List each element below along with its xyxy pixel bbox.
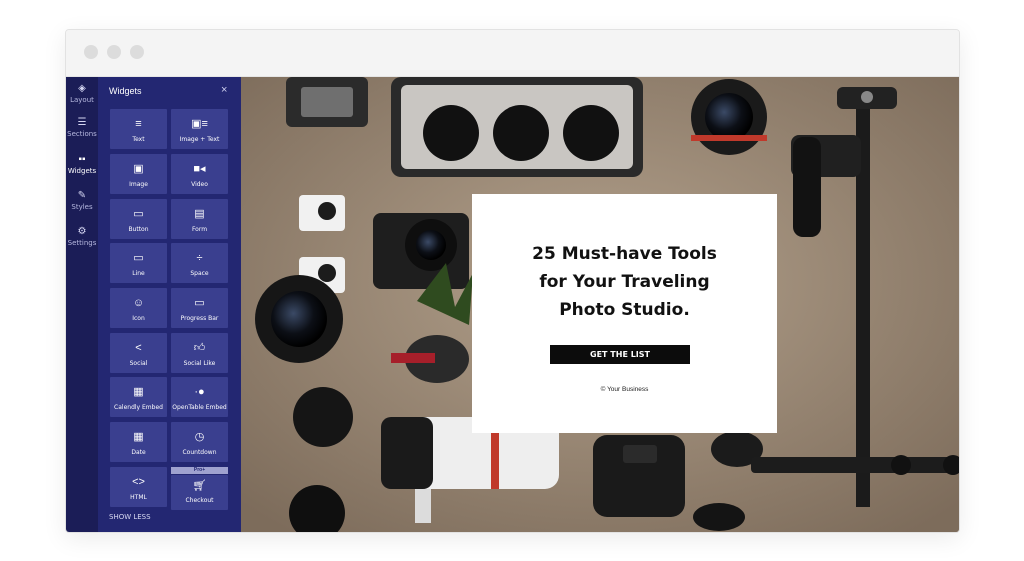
widget-tile-countdown[interactable]: ◷ Countdown: [171, 422, 228, 462]
widget-tile-space[interactable]: ÷ Space: [171, 243, 228, 283]
widget-tile-calendly-embed[interactable]: ▦ Calendly Embed: [110, 377, 167, 417]
lead-capture-popup[interactable]: 25 Must-have Tools for Your Traveling Ph…: [472, 194, 777, 433]
calendar-clock-icon: ▦: [133, 386, 144, 398]
cart-icon: 🛒︎: [192, 480, 207, 492]
headline-line-1: 25 Must-have Tools: [532, 244, 717, 264]
brush-icon: ✎: [77, 190, 87, 201]
widget-tile-progress-bar[interactable]: ▭ Progress Bar: [171, 288, 228, 328]
widget-tile-button[interactable]: ▭ Button: [110, 199, 167, 239]
window-dot-2[interactable]: [107, 45, 121, 59]
rail-item-settings[interactable]: ⚙ Settings: [66, 226, 98, 248]
image-icon: ▣: [133, 163, 144, 175]
copyright-text: © Your Business: [600, 386, 649, 393]
grid-icon: ▪▪: [78, 154, 86, 165]
progress-bar-icon: ▭: [194, 297, 205, 309]
editor-nav-rail: ◈ Layout ☰ Sections ▪▪ Widgets ✎ Styles …: [66, 77, 98, 532]
rail-item-styles[interactable]: ✎ Styles: [66, 190, 98, 212]
pro-badge: Pro+: [171, 467, 228, 474]
headline-line-3: Photo Studio.: [559, 300, 690, 320]
calendar-icon: ▦: [133, 431, 144, 443]
line-icon: ▭: [133, 252, 144, 264]
thumbs-up-icon: 👍︎: [193, 342, 206, 354]
widgets-panel: Widgets × ≡ Text ▣≡ Image + Text ▣ Image…: [98, 77, 241, 532]
gear-icon: ⚙: [77, 226, 87, 237]
popup-headline: 25 Must-have Tools for Your Traveling Ph…: [472, 240, 777, 324]
rail-item-widgets[interactable]: ▪▪ Widgets: [66, 154, 98, 176]
form-icon: ▤: [194, 208, 205, 220]
share-icon: <: [135, 342, 142, 354]
panel-title: Widgets: [109, 86, 142, 96]
rail-item-sections[interactable]: ☰ Sections: [66, 117, 98, 139]
clock-icon: ◷: [194, 431, 205, 443]
widget-tile-form[interactable]: ▤ Form: [171, 199, 228, 239]
image-text-icon: ▣≡: [191, 118, 208, 130]
page-canvas[interactable]: 25 Must-have Tools for Your Traveling Ph…: [241, 77, 959, 532]
video-icon: ■◂: [193, 163, 206, 175]
get-the-list-button[interactable]: GET THE LIST: [550, 345, 690, 364]
show-less-link[interactable]: SHOW LESS: [109, 513, 151, 521]
opentable-icon: ·●: [194, 386, 205, 398]
rail-item-layout[interactable]: ◈ Layout: [66, 83, 98, 105]
close-icon[interactable]: ×: [221, 84, 227, 96]
code-icon: <>: [132, 476, 145, 488]
sections-icon: ☰: [77, 117, 87, 128]
smiley-icon: ☺: [132, 297, 145, 309]
widget-tile-image[interactable]: ▣ Image: [110, 154, 167, 194]
widget-tile-image-text[interactable]: ▣≡ Image + Text: [171, 109, 228, 149]
button-icon: ▭: [133, 208, 144, 220]
widget-tile-video[interactable]: ■◂ Video: [171, 154, 228, 194]
widget-tile-social[interactable]: < Social: [110, 333, 167, 373]
widget-tile-text[interactable]: ≡ Text: [110, 109, 167, 149]
window-titlebar: [66, 30, 959, 77]
window-dot-3[interactable]: [130, 45, 144, 59]
widget-tile-checkout[interactable]: Pro+ 🛒︎ Checkout: [171, 467, 228, 510]
window-dot-1[interactable]: [84, 45, 98, 59]
layers-icon: ◈: [78, 83, 86, 94]
widget-tile-date[interactable]: ▦ Date: [110, 422, 167, 462]
widget-tile-html[interactable]: <> HTML: [110, 467, 167, 507]
text-icon: ≡: [135, 118, 142, 130]
space-icon: ÷: [196, 252, 203, 264]
headline-line-2: for Your Traveling: [539, 272, 710, 292]
widget-tile-opentable-embed[interactable]: ·● OpenTable Embed: [171, 377, 228, 417]
widget-tile-social-like[interactable]: 👍︎ Social Like: [171, 333, 228, 373]
browser-window: ◈ Layout ☰ Sections ▪▪ Widgets ✎ Styles …: [65, 29, 960, 533]
widget-tile-line[interactable]: ▭ Line: [110, 243, 167, 283]
widget-tile-icon[interactable]: ☺ Icon: [110, 288, 167, 328]
